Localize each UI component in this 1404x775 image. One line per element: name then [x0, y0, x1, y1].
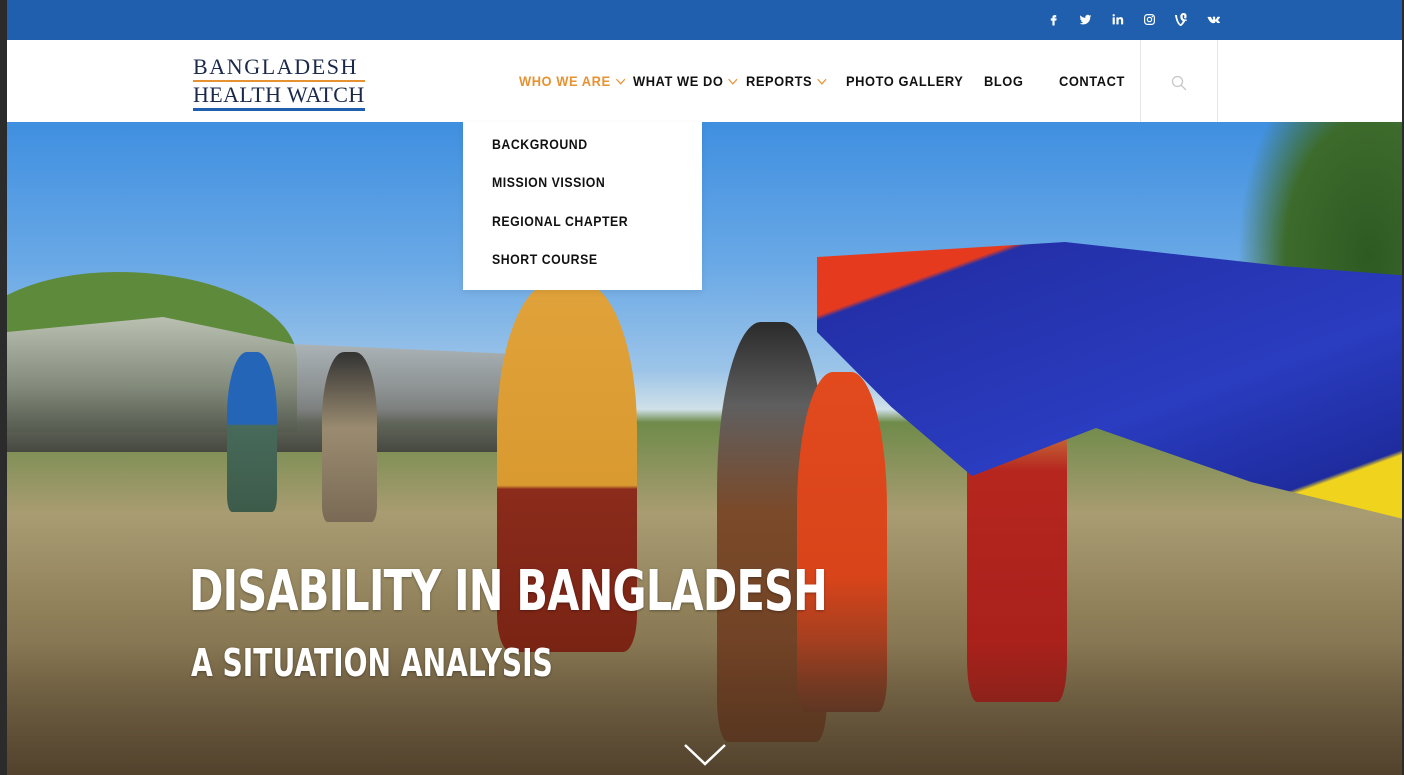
chevron-down-icon: [615, 76, 625, 87]
scroll-down-button[interactable]: [683, 742, 727, 768]
hero-photo-person: [322, 352, 377, 522]
chevron-down-icon: [684, 744, 726, 766]
dropdown-item-regional-chapter[interactable]: REGIONAL CHAPTER: [492, 213, 628, 229]
chevron-down-icon: [817, 76, 827, 87]
hero-title: DISABILITY IN BANGLADESH: [189, 559, 828, 624]
nav-label: PHOTO GALLERY: [846, 73, 964, 89]
facebook-icon[interactable]: [1037, 10, 1069, 30]
twitter-icon[interactable]: [1069, 10, 1101, 30]
linkedin-icon[interactable]: [1101, 10, 1133, 30]
social-links: [1037, 10, 1229, 30]
nav-item-photo-gallery[interactable]: PHOTO GALLERY: [846, 73, 963, 89]
hero-photo-parachute: [817, 242, 1402, 527]
who-we-are-dropdown: BACKGROUND MISSION VISSION REGIONAL CHAP…: [463, 122, 702, 290]
hero-banner: DISABILITY IN BANGLADESH A SITUATION ANA…: [7, 122, 1402, 775]
nav-item-reports[interactable]: REPORTS: [746, 73, 827, 89]
nav-label: WHAT WE DO: [633, 73, 724, 89]
nav-label: CONTACT: [1059, 73, 1125, 89]
nav-item-what-we-do[interactable]: WHAT WE DO: [633, 73, 738, 89]
logo-line-1: BANGLADESH: [193, 54, 359, 79]
social-bar: [7, 0, 1402, 40]
nav-label: BLOG: [984, 73, 1024, 89]
search-button[interactable]: [1140, 40, 1218, 122]
nav-item-contact[interactable]: CONTACT: [1059, 73, 1125, 89]
site-logo[interactable]: BANGLADESH HEALTH WATCH: [193, 55, 365, 111]
browser-page: BANGLADESH HEALTH WATCH WHO WE ARE WHAT …: [7, 0, 1402, 775]
hero-photo-person: [227, 352, 277, 512]
logo-brand-rule: [193, 108, 365, 111]
nav-label: WHO WE ARE: [519, 73, 611, 89]
dropdown-item-short-course[interactable]: SHORT COURSE: [492, 251, 598, 267]
instagram-icon[interactable]: [1133, 10, 1165, 30]
nav-label: REPORTS: [746, 73, 813, 89]
nav-item-who-we-are[interactable]: WHO WE ARE: [519, 73, 625, 89]
chevron-down-icon: [728, 76, 738, 87]
vk-icon[interactable]: [1197, 10, 1229, 30]
logo-line-2: HEALTH WATCH: [193, 82, 365, 107]
search-icon: [1171, 75, 1187, 91]
dropdown-item-background[interactable]: BACKGROUND: [492, 136, 588, 152]
hero-subtitle: A SITUATION ANALYSIS: [191, 641, 553, 685]
nav-item-blog[interactable]: BLOG: [984, 73, 1023, 89]
vine-icon[interactable]: [1165, 10, 1197, 30]
site-header: BANGLADESH HEALTH WATCH WHO WE ARE WHAT …: [7, 40, 1402, 122]
dropdown-item-mission-vission[interactable]: MISSION VISSION: [492, 174, 605, 190]
